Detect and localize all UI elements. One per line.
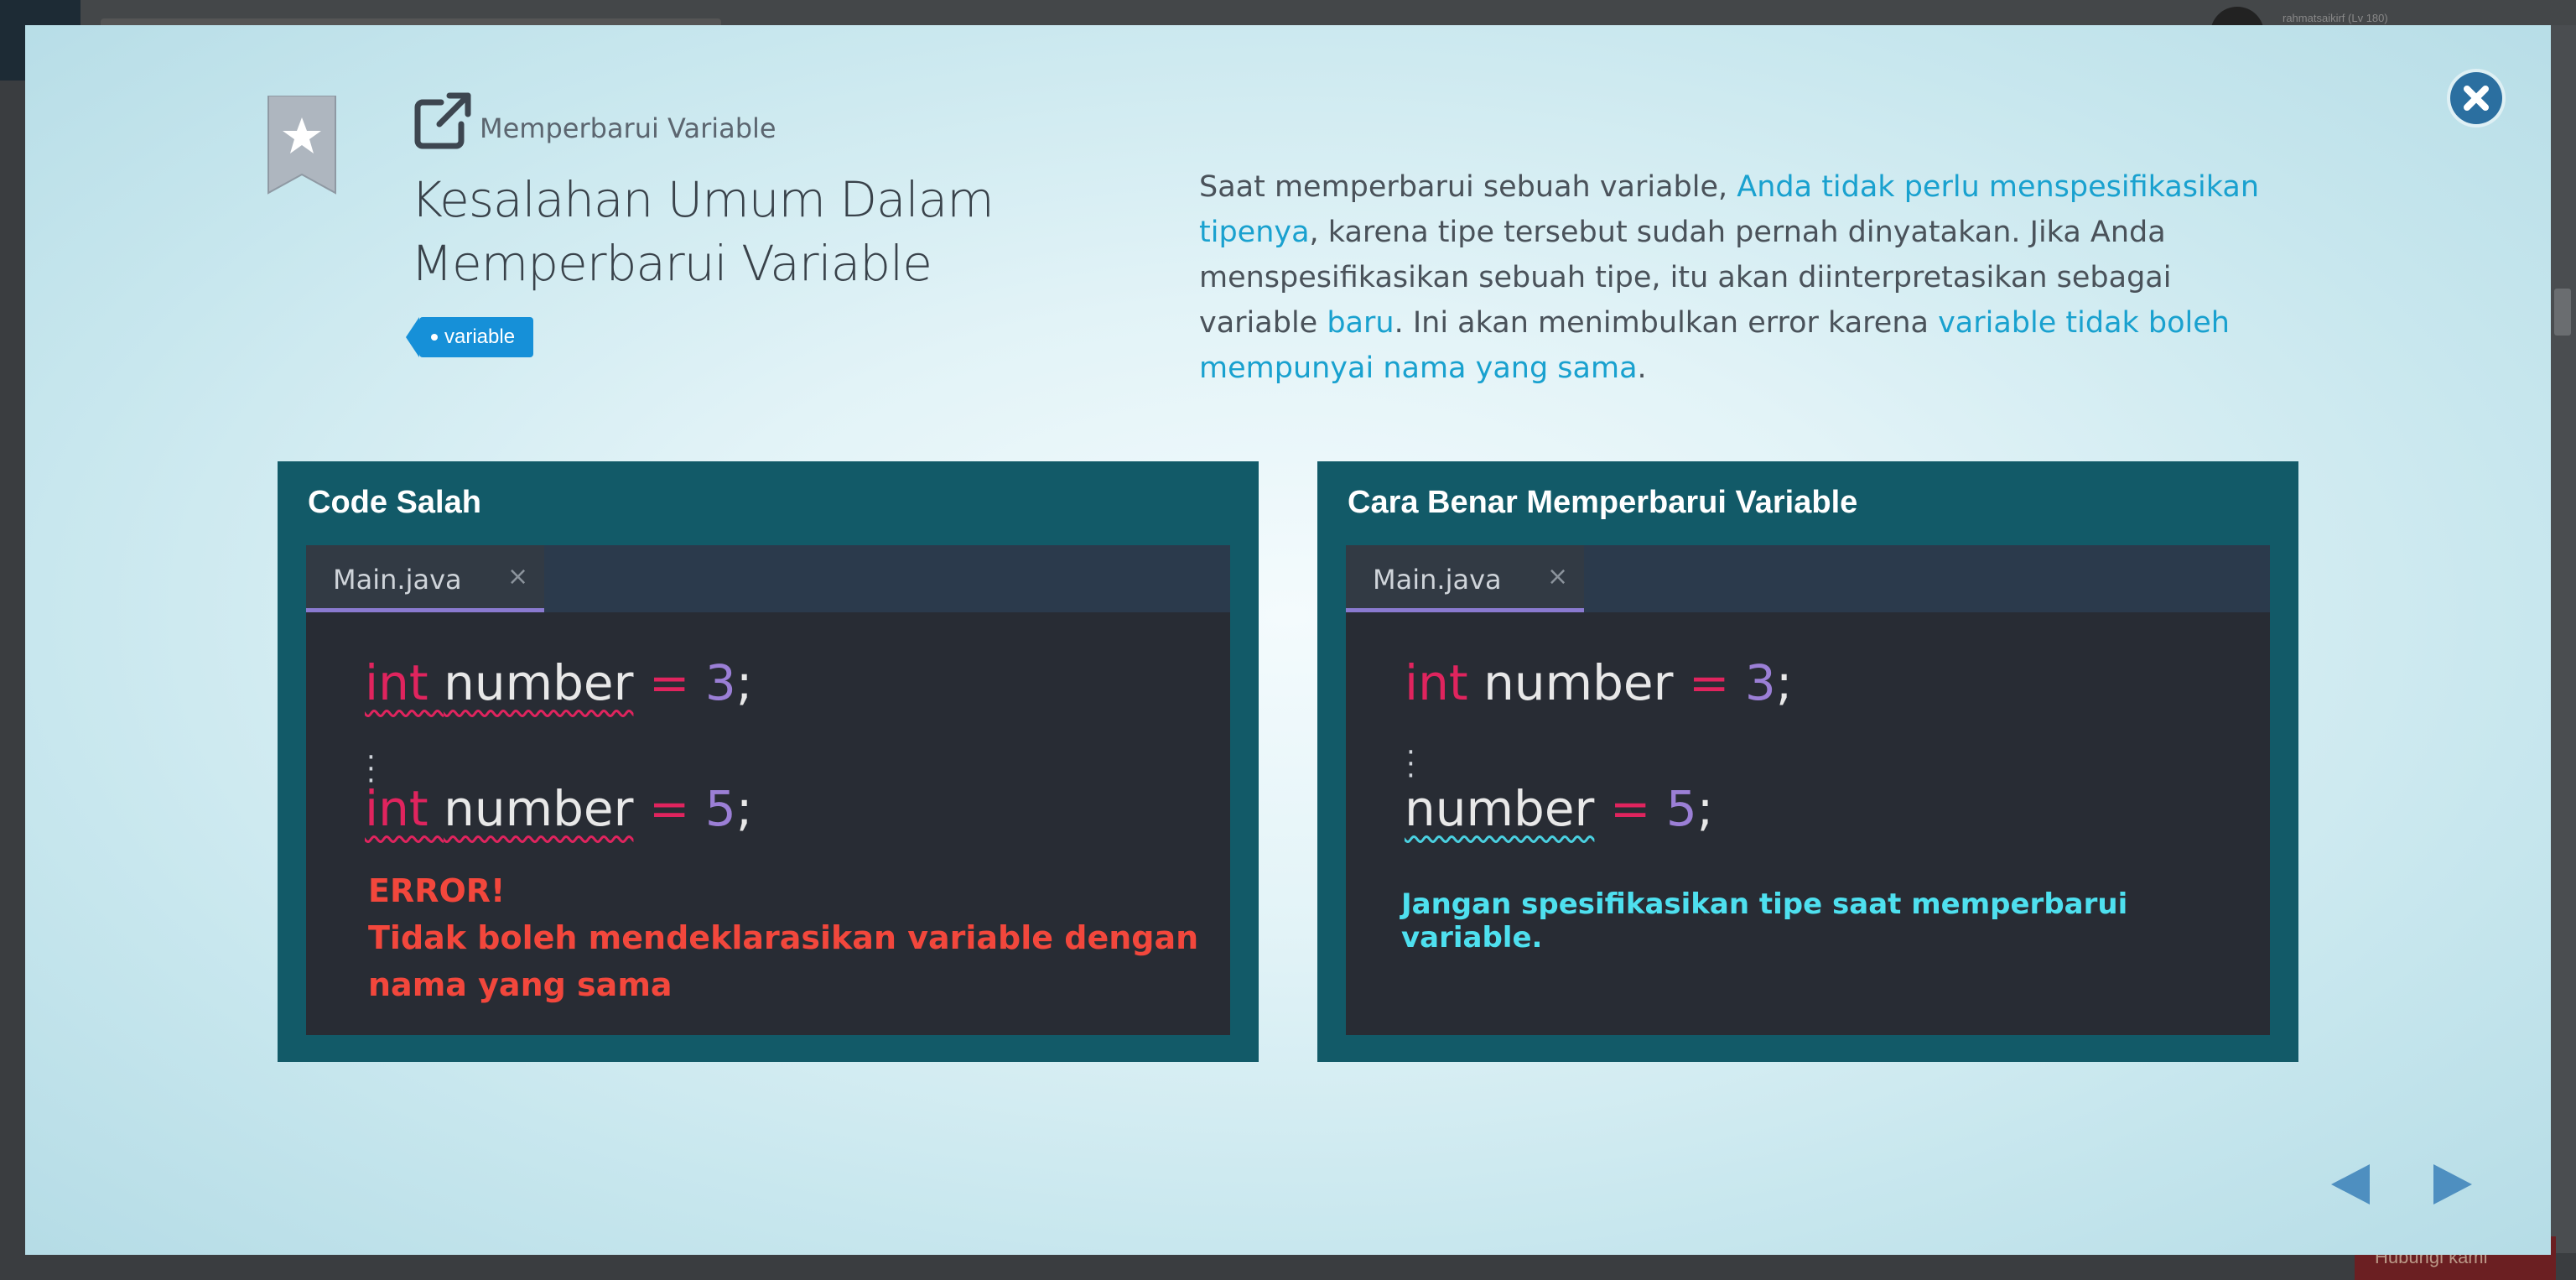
code-semicolon: ;: [1775, 654, 1793, 711]
description-text-3: . Ini akan menimbulkan error karena: [1394, 306, 1939, 340]
error-line-2: nama yang sama: [368, 966, 673, 1003]
breadcrumb: Memperbarui Variable: [480, 112, 776, 144]
correct-code-panel: Cara Benar Memperbarui Variable Main.jav…: [1317, 461, 2298, 1062]
page-scrollbar-thumb: [2554, 289, 2571, 336]
code-keyword: int: [1405, 654, 1468, 711]
code-number: 3: [704, 654, 736, 711]
code-declaration: int number: [365, 780, 633, 837]
description: Saat memperbarui sebuah variable, Anda t…: [1199, 164, 2289, 391]
code-identifier: number: [444, 780, 634, 837]
external-link-icon: [414, 92, 471, 149]
code-declaration: int number: [365, 654, 633, 711]
code-line-1: int number = 3;: [1405, 654, 1792, 711]
code-number: 5: [1665, 780, 1697, 837]
tab-close-icon[interactable]: ×: [507, 562, 528, 591]
lesson-modal: Memperbarui Variable Kesalahan Umum Dala…: [25, 25, 2551, 1255]
editor-tabbar: Main.java ×: [1346, 545, 2270, 612]
user-label: rahmatsaikirf (Lv 180): [2283, 12, 2388, 24]
code-line-2: number = 5;: [1405, 780, 1713, 837]
tab-close-icon[interactable]: ×: [1547, 562, 1568, 591]
code-identifier: number: [1483, 654, 1674, 711]
next-slide-button[interactable]: [2430, 1161, 2474, 1208]
tag-label: variable: [444, 325, 516, 348]
background-bottom-bar: [0, 1253, 2576, 1280]
tag-dot: [431, 334, 438, 341]
tab-label: Main.java: [1373, 564, 1502, 596]
tab-label: Main.java: [333, 564, 462, 596]
code-keyword: int: [365, 780, 428, 837]
bookmark-star-icon[interactable]: [267, 96, 337, 195]
tab-main-java[interactable]: Main.java ×: [306, 545, 544, 612]
panel-title: Cara Benar Memperbarui Variable: [1348, 485, 1858, 520]
close-button[interactable]: [2450, 72, 2502, 124]
code-operator: =: [648, 780, 690, 837]
code-operator: =: [648, 654, 690, 711]
description-highlight-2: baru: [1327, 306, 1394, 340]
vertical-ellipsis-icon: · · ·: [1406, 736, 1415, 793]
code-editor: Main.java × int number = 3; · · · number =…: [1346, 545, 2270, 1035]
code-operator: =: [1609, 780, 1651, 837]
title-line-1: Kesalahan Umum Dalam: [411, 171, 995, 228]
close-icon: [2464, 86, 2489, 111]
page-scrollbar: [2549, 25, 2576, 1258]
description-text-4: .: [1637, 351, 1647, 385]
code-semicolon: ;: [735, 780, 753, 837]
error-line-1: Tidak boleh mendeklarasikan variable den…: [368, 919, 1199, 956]
hint-message: Jangan spesifikasikan tipe saat memperba…: [1401, 887, 2128, 955]
code-number: 5: [704, 780, 736, 837]
code-line-2: int number = 5;: [365, 780, 752, 837]
error-title: ERROR!: [368, 872, 506, 909]
code-identifier: number: [1405, 780, 1595, 837]
code-identifier: number: [444, 654, 634, 711]
code-keyword: int: [365, 654, 428, 711]
previous-slide-button[interactable]: [2329, 1161, 2373, 1208]
title-line-2: Memperbarui Variable: [411, 235, 932, 292]
error-message: ERROR! Tidak boleh mendeklarasikan varia…: [368, 867, 1198, 1008]
code-operator: =: [1688, 654, 1730, 711]
tag-variable[interactable]: variable: [405, 317, 534, 357]
wrong-code-panel: Code Salah Main.java × int number = 3; ·…: [278, 461, 1259, 1062]
code-line-1: int number = 3;: [365, 654, 752, 711]
tab-main-java[interactable]: Main.java ×: [1346, 545, 1584, 612]
panel-title: Code Salah: [308, 485, 481, 520]
description-text-1: Saat memperbarui sebuah variable,: [1199, 170, 1737, 204]
page-title: Kesalahan Umum Dalam Memperbarui Variabl…: [411, 168, 1048, 295]
code-number: 3: [1744, 654, 1776, 711]
code-editor: Main.java × int number = 3; · · · int numb…: [306, 545, 1230, 1035]
code-semicolon: ;: [1696, 780, 1714, 837]
editor-tabbar: Main.java ×: [306, 545, 1230, 612]
code-semicolon: ;: [735, 654, 753, 711]
